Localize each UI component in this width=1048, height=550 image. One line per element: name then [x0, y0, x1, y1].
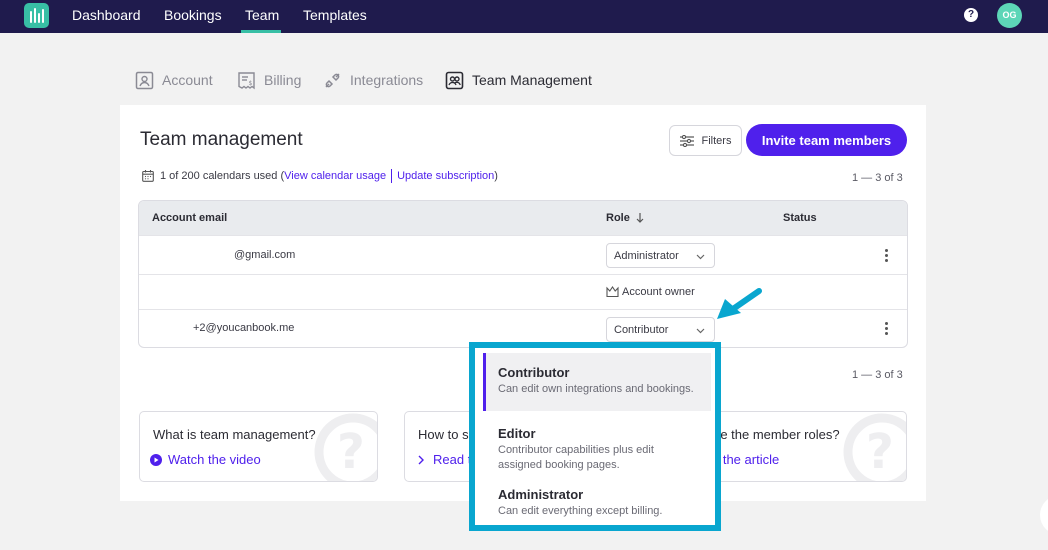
- tab-team-management-label: Team Management: [472, 72, 592, 88]
- filter-icon: [679, 134, 694, 147]
- tab-team-management[interactable]: Team Management: [445, 70, 592, 90]
- nav-team[interactable]: Team: [245, 7, 279, 23]
- role-option-name: Contributor: [498, 365, 570, 380]
- billing-icon: $: [237, 71, 256, 90]
- avatar[interactable]: OG: [997, 3, 1022, 28]
- nav-templates[interactable]: Templates: [303, 7, 367, 23]
- invite-team-members-button[interactable]: Invite team members: [746, 124, 907, 156]
- tab-billing[interactable]: $ Billing: [237, 70, 301, 90]
- filters-label: Filters: [701, 134, 732, 147]
- header-account-email[interactable]: Account email: [152, 212, 227, 224]
- update-subscription-link[interactable]: Update subscription: [397, 170, 494, 182]
- usage-close: ): [494, 170, 498, 182]
- members-table: Account email Role Status @gmail.com Adm…: [138, 200, 908, 348]
- chevron-down-icon: [696, 325, 705, 337]
- calendar-icon: [142, 170, 154, 182]
- filters-button[interactable]: Filters: [669, 125, 742, 156]
- table-row: Account owner: [139, 274, 907, 309]
- top-nav: Dashboard Bookings Team Templates ? OG: [0, 0, 1048, 33]
- pagination-bottom: 1 — 3 of 3: [852, 369, 903, 381]
- role-option-desc: Contributor capabilities plus edit assig…: [498, 444, 654, 471]
- read-article-label: d the article: [712, 452, 780, 467]
- role-select-value: Administrator: [614, 249, 679, 262]
- chat-widget[interactable]: [1040, 495, 1048, 535]
- nav-dashboard[interactable]: Dashboard: [72, 7, 141, 23]
- help-card[interactable]: ? What is team management? Watch the vid…: [139, 411, 378, 482]
- app-logo[interactable]: [24, 3, 49, 28]
- account-owner-label: Account owner: [606, 286, 695, 298]
- role-select-value: Contributor: [614, 323, 669, 336]
- watch-video-link[interactable]: Watch the video: [150, 452, 261, 467]
- sort-down-icon[interactable]: [636, 213, 644, 223]
- page-title: Team management: [140, 129, 303, 150]
- question-decoration-icon: ?: [842, 412, 906, 481]
- watch-video-label: Watch the video: [168, 452, 261, 467]
- row-menu-icon[interactable]: [885, 322, 889, 337]
- calendar-usage: 1 of 200 calendars used ( View calendar …: [142, 169, 498, 183]
- role-option-name: Editor: [498, 426, 536, 441]
- header-role[interactable]: Role: [606, 212, 644, 224]
- pointer-arrow-icon: [715, 287, 763, 326]
- role-option-administrator[interactable]: Administrator Can edit everything except…: [483, 475, 711, 519]
- member-email: @gmail.com: [234, 249, 296, 261]
- header-role-label: Role: [606, 212, 630, 224]
- member-email: +2@youcanbook.me: [193, 322, 295, 334]
- link-separator: [391, 169, 393, 183]
- nav-active-indicator: [241, 30, 281, 33]
- role-select[interactable]: Contributor: [606, 317, 715, 342]
- table-header: Account email Role Status: [139, 201, 907, 235]
- role-option-contributor[interactable]: Contributor Can edit own integrations an…: [483, 353, 711, 411]
- chevron-right-icon: [418, 455, 424, 465]
- plug-icon: [323, 71, 342, 90]
- svg-text:?: ?: [866, 424, 894, 480]
- account-owner-text: Account owner: [622, 286, 695, 298]
- tab-account[interactable]: Account: [135, 70, 213, 90]
- svg-text:$: $: [249, 80, 253, 87]
- role-option-name: Administrator: [498, 487, 584, 502]
- row-menu-icon[interactable]: [885, 249, 889, 264]
- read-article-label: Read t: [433, 452, 472, 467]
- table-row: @gmail.com Administrator: [139, 235, 907, 274]
- read-article-link[interactable]: d the article: [712, 452, 779, 467]
- view-calendar-usage-link[interactable]: View calendar usage: [284, 170, 386, 182]
- tab-integrations-label: Integrations: [350, 72, 424, 88]
- tab-integrations[interactable]: Integrations: [323, 70, 423, 90]
- team-icon: [445, 71, 464, 90]
- help-icon[interactable]: ?: [964, 8, 978, 22]
- svg-text:?: ?: [337, 424, 365, 480]
- role-select[interactable]: Administrator: [606, 243, 715, 268]
- role-option-desc: Can edit own integrations and bookings.: [498, 383, 694, 395]
- role-option-desc: Can edit everything except billing.: [498, 505, 663, 517]
- read-article-link[interactable]: Read t: [418, 452, 471, 467]
- pagination-top: 1 — 3 of 3: [852, 172, 903, 184]
- help-card-question: re the member roles?: [716, 427, 840, 442]
- question-decoration-icon: ?: [313, 412, 377, 481]
- header-status[interactable]: Status: [783, 212, 817, 224]
- role-dropdown: Contributor Can edit own integrations an…: [469, 342, 721, 531]
- help-card-question: What is team management?: [153, 427, 316, 442]
- usage-text: 1 of 200 calendars used (: [160, 170, 285, 182]
- tab-account-label: Account: [162, 72, 213, 88]
- account-icon: [135, 71, 154, 90]
- help-card-question: How to s: [418, 427, 469, 442]
- tab-billing-label: Billing: [264, 72, 302, 88]
- nav-bookings[interactable]: Bookings: [164, 7, 222, 23]
- role-option-editor[interactable]: Editor Contributor capabilities plus edi…: [483, 415, 711, 471]
- crown-icon: [606, 286, 619, 298]
- chevron-down-icon: [696, 251, 705, 263]
- play-icon: [150, 453, 162, 466]
